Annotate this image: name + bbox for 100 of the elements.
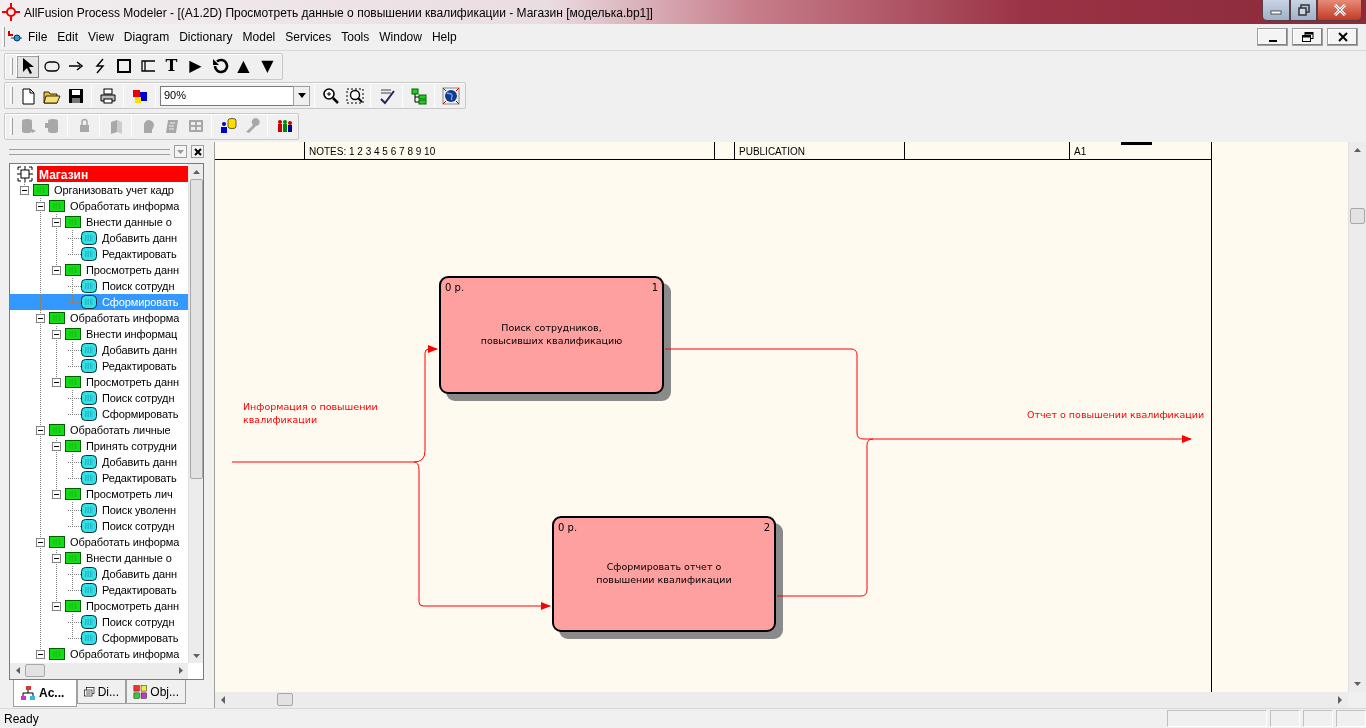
menu-item[interactable]: Help (426, 28, 462, 46)
horizontal-scrollbar[interactable] (215, 692, 1348, 708)
globe-button[interactable] (439, 84, 462, 107)
tree-item-label[interactable]: Поиск сотрудн (102, 389, 175, 407)
zoom-field[interactable]: 90% (160, 85, 293, 106)
tree-item-label[interactable]: Внести данные о (86, 549, 172, 567)
window-title: AllFusion Process Modeler - [(A1.2D) Просмотреть данные о повышении квалификации - Магазин [моделька.bp1]] (24, 5, 653, 22)
tree-item-label[interactable]: Поиск сотрудн (102, 517, 175, 535)
tree-item-label[interactable]: Организовать учет кадр (54, 181, 174, 199)
horizontal-scrollbar[interactable] (10, 663, 188, 679)
vertical-scrollbar[interactable] (1348, 142, 1366, 692)
tree-item-label[interactable]: Просмотреть данн (86, 261, 179, 279)
process-icon (49, 200, 65, 212)
tree-item-label[interactable]: Сформировать (102, 629, 179, 647)
scroll-thumb[interactable] (190, 179, 203, 479)
expand-toggle[interactable] (52, 601, 61, 611)
expand-toggle[interactable] (36, 649, 45, 659)
minimize-button[interactable] (1257, 28, 1288, 46)
tree-item-label[interactable]: Просмотреть данн (86, 597, 179, 615)
dropdown-button[interactable] (293, 85, 310, 106)
scroll-thumb[interactable] (277, 693, 293, 706)
tool-button[interactable]: T (160, 54, 183, 78)
tree-item-label[interactable]: Обработать информа (70, 309, 180, 327)
globe-icon (441, 86, 460, 105)
menu-item[interactable]: Services (280, 28, 337, 46)
tree-item-label[interactable]: Поиск сотрудн (102, 277, 175, 295)
expand-toggle[interactable] (52, 265, 61, 275)
expand-toggle[interactable] (52, 217, 61, 227)
expand-toggle[interactable] (52, 553, 61, 563)
menu-item[interactable]: Window (374, 28, 427, 46)
menu-item[interactable]: Dictionary (174, 28, 238, 46)
expand-toggle[interactable] (52, 377, 61, 387)
tree-item-label[interactable]: Добавить данн (102, 341, 178, 359)
subprocess-icon (81, 583, 97, 597)
tree-item-label[interactable]: Внести информац (86, 325, 178, 343)
tree-item-label[interactable]: Просмотреть данн (86, 373, 179, 391)
process-icon (33, 184, 49, 196)
subprocess-icon (81, 279, 97, 293)
vertical-scrollbar[interactable] (188, 164, 203, 663)
grid-icon (186, 117, 205, 135)
hierarchy-icon (20, 685, 36, 701)
tree-item-label[interactable]: Просмотреть лич (86, 485, 173, 503)
tree-view-icon (409, 86, 428, 105)
tree-item-label[interactable]: Поиск сотрудн (102, 613, 175, 631)
subprocess-icon (81, 519, 97, 533)
expand-toggle[interactable] (36, 425, 45, 435)
tree-item-label[interactable]: Добавить данн (102, 565, 178, 583)
scroll-thumb[interactable] (25, 664, 45, 677)
subprocess-icon (81, 247, 97, 261)
restore-button[interactable] (1290, 0, 1317, 21)
tree-item-label[interactable]: Добавить данн (102, 453, 178, 471)
process-icon (49, 648, 65, 660)
activity-number: 2 (763, 521, 770, 535)
restore-button[interactable] (1292, 28, 1323, 46)
expand-toggle[interactable] (52, 489, 61, 499)
tree-item-label[interactable]: Редактировать (102, 469, 177, 487)
tree-item-label[interactable]: Редактировать (102, 357, 177, 375)
menu-item[interactable]: Diagram (118, 28, 175, 46)
expand-toggle[interactable] (36, 537, 45, 547)
menu-item[interactable]: Model (237, 28, 281, 46)
close-button[interactable] (1327, 28, 1358, 46)
menu-item[interactable]: Tools (336, 28, 375, 46)
colored-blocks-icon (133, 683, 148, 700)
menu-item[interactable]: Edit (52, 28, 84, 46)
expand-toggle[interactable] (36, 201, 45, 211)
close-button[interactable] (1317, 0, 1362, 21)
node-label: A1 (1074, 145, 1087, 157)
subprocess-icon (81, 471, 97, 485)
menu-item[interactable]: View (83, 28, 119, 46)
activity-name: Сформировать отчет о повышении квалификации (596, 561, 732, 587)
tool-button[interactable]: ▲ (232, 54, 255, 78)
tree-item-label[interactable]: Обработать информа (70, 645, 180, 663)
close-button[interactable] (191, 145, 204, 158)
tree-item-label[interactable]: Сформировать (102, 405, 179, 423)
tool-button[interactable]: ▼ (256, 54, 279, 78)
expand-toggle[interactable] (52, 329, 61, 339)
tree-item-label[interactable]: Добавить данн (102, 229, 178, 247)
explorer-tab[interactable]: Obj... (126, 680, 186, 704)
publication-label: PUBLICATION (735, 142, 905, 159)
tool-button[interactable]: ▶ (184, 54, 207, 78)
scroll-thumb[interactable] (1350, 208, 1365, 224)
tree-item-label[interactable]: Поиск уволенн (102, 501, 177, 519)
menu-item[interactable]: File (23, 28, 53, 46)
explorer-tab[interactable]: Di... (77, 680, 126, 704)
tree-item-label[interactable]: Редактировать (102, 581, 177, 599)
tree-item-label[interactable]: Обработать личные (70, 421, 171, 439)
expand-toggle[interactable] (20, 185, 29, 195)
process-icon (49, 424, 65, 436)
tree-item-label[interactable]: Редактировать (102, 245, 177, 263)
tree-item-label[interactable]: Обработать информа (70, 533, 180, 551)
tree-item-label[interactable]: Обработать информа (70, 197, 180, 215)
tree-item-label[interactable]: Внести данные о (86, 213, 172, 231)
subprocess-icon (81, 343, 97, 357)
tree-item-label[interactable]: Принять сотрудни (86, 437, 177, 455)
expand-toggle[interactable] (36, 313, 45, 323)
expand-toggle[interactable] (52, 441, 61, 451)
minimize-button[interactable] (1262, 0, 1290, 21)
explorer-tab[interactable]: Ac... (13, 680, 77, 707)
pointer-tool-button[interactable] (16, 54, 39, 78)
tree-root-label[interactable]: Магазин (37, 166, 188, 182)
